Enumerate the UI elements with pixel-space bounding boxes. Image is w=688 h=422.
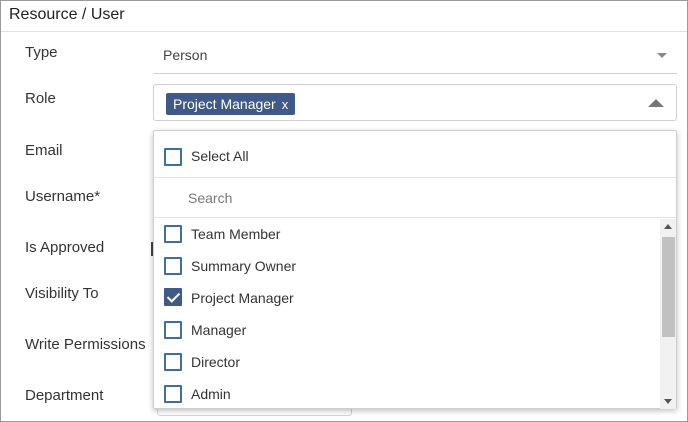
is-approved-label: Is Approved [25, 239, 105, 256]
role-multiselect[interactable]: Project Manager x [153, 84, 677, 121]
option-checkbox[interactable] [164, 353, 182, 371]
select-all-label: Select All [191, 148, 249, 164]
option-admin[interactable]: Admin [154, 379, 660, 409]
option-project-manager[interactable]: Project Manager [154, 283, 660, 315]
option-label: Manager [191, 322, 247, 338]
type-label: Type [25, 44, 58, 61]
scroll-down-arrow-icon[interactable] [664, 399, 672, 404]
select-all-checkbox[interactable] [164, 148, 182, 166]
panel-title: Resource / User [9, 6, 125, 23]
visibility-to-label: Visibility To [25, 285, 99, 302]
option-summary-owner[interactable]: Summary Owner [154, 251, 660, 283]
scrollbar-thumb[interactable] [662, 237, 675, 337]
role-chip-label: Project Manager [173, 96, 276, 112]
option-checkbox-checked[interactable] [164, 288, 182, 306]
select-all-option[interactable]: Select All [154, 131, 676, 178]
option-label: Team Member [191, 226, 281, 242]
option-label: Admin [191, 386, 231, 402]
option-team-member[interactable]: Team Member [154, 219, 660, 251]
dropdown-search-input[interactable] [188, 188, 488, 208]
email-label: Email [25, 142, 63, 159]
option-checkbox[interactable] [164, 257, 182, 275]
role-dropdown-menu: Select All Team Member Summary Owner Pro… [153, 130, 677, 409]
user-resource-panel: Resource / User Type Role Email Username… [0, 0, 688, 422]
dropdown-search-row [154, 178, 676, 218]
chip-remove-button[interactable]: x [282, 97, 289, 112]
caret-down-icon [657, 53, 667, 58]
options-list: Team Member Summary Owner Project Manage… [154, 219, 660, 409]
type-value: Person [163, 47, 208, 63]
option-checkbox[interactable] [164, 321, 182, 339]
username-label: Username* [25, 188, 101, 205]
role-label: Role [25, 90, 56, 107]
caret-up-icon[interactable] [648, 99, 664, 107]
role-chip: Project Manager x [166, 93, 296, 115]
option-checkbox[interactable] [164, 385, 182, 403]
write-permissions-label: Write Permissions [25, 336, 146, 353]
option-label: Summary Owner [191, 258, 297, 274]
option-checkbox[interactable] [164, 225, 182, 243]
option-label: Project Manager [191, 290, 294, 306]
department-label: Department [25, 387, 104, 404]
option-manager[interactable]: Manager [154, 315, 660, 347]
option-director[interactable]: Director [154, 347, 660, 379]
scroll-up-arrow-icon[interactable] [664, 224, 672, 229]
type-select[interactable]: Person [153, 41, 677, 74]
option-label: Director [191, 354, 241, 370]
options-scrollbar[interactable] [660, 219, 676, 409]
